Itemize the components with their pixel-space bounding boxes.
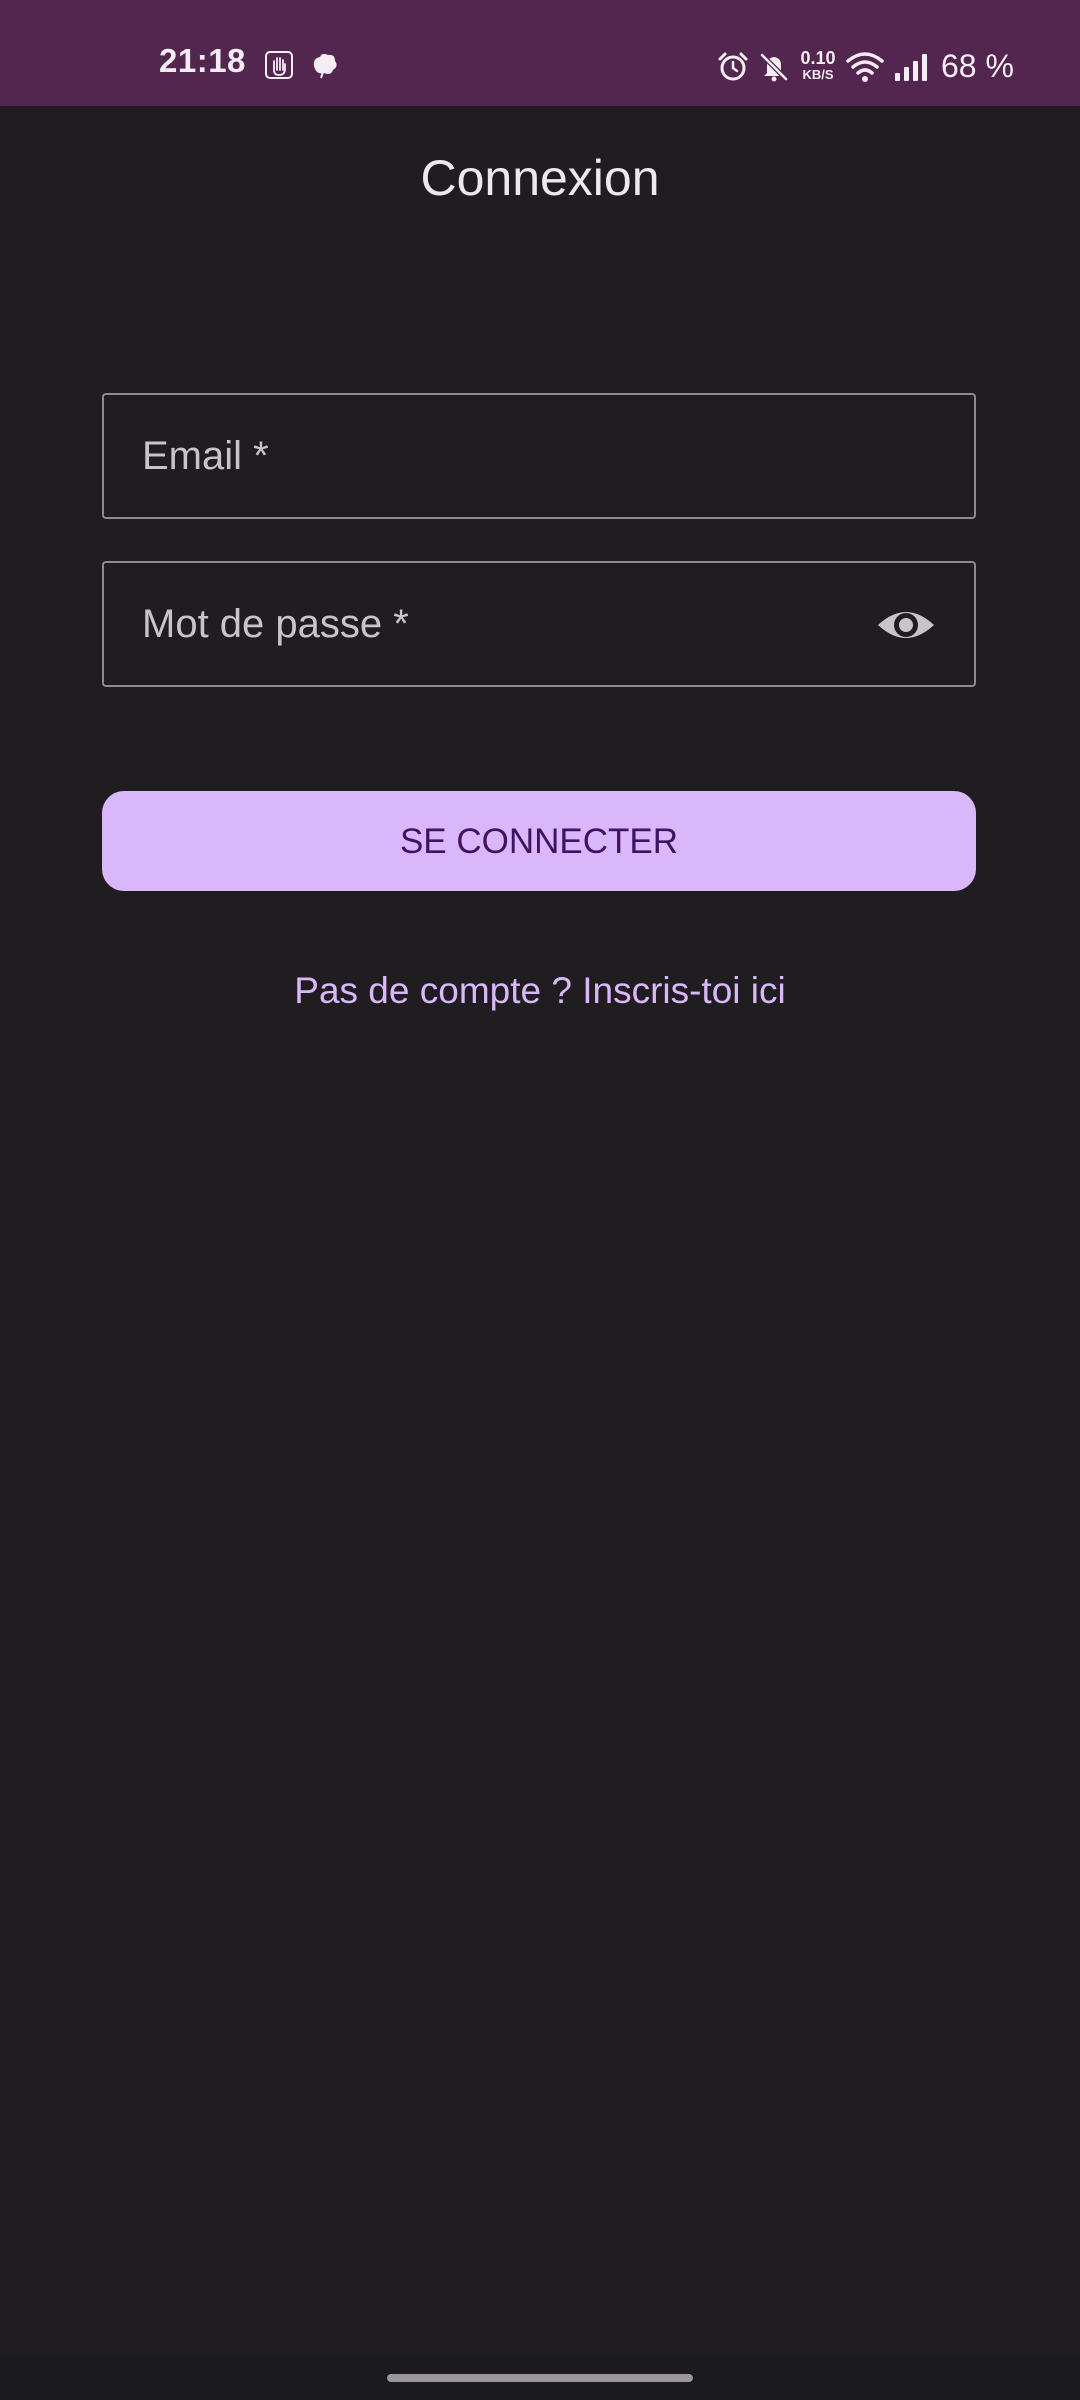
signal-icon — [895, 54, 927, 81]
password-input[interactable] — [142, 563, 902, 685]
alarm-icon — [718, 52, 748, 81]
login-button[interactable]: SE CONNECTER — [102, 791, 976, 891]
network-speed: 0.10 KB/S — [797, 49, 839, 81]
home-gesture-handle[interactable] — [387, 2374, 693, 2382]
page-title: Connexion — [420, 150, 660, 206]
signup-link[interactable]: Pas de compte ? Inscris-toi ici — [0, 969, 1080, 1013]
bell-off-icon — [760, 53, 788, 82]
navigation-bar — [0, 2356, 1080, 2400]
wifi-icon — [846, 52, 884, 82]
status-bar: 21:18 0.10 KB/S 68 % — [0, 0, 1080, 106]
status-time: 21:18 — [159, 42, 246, 79]
email-input[interactable] — [142, 395, 902, 517]
battery-level: 68 % — [941, 48, 1014, 84]
leaf-notification-icon — [313, 53, 337, 79]
hand-notification-icon — [265, 51, 293, 79]
network-speed-value: 0.10 — [800, 48, 836, 68]
eye-icon[interactable] — [876, 597, 936, 653]
password-field[interactable] — [102, 561, 976, 687]
email-field[interactable] — [102, 393, 976, 519]
network-speed-unit: KB/S — [802, 67, 834, 82]
